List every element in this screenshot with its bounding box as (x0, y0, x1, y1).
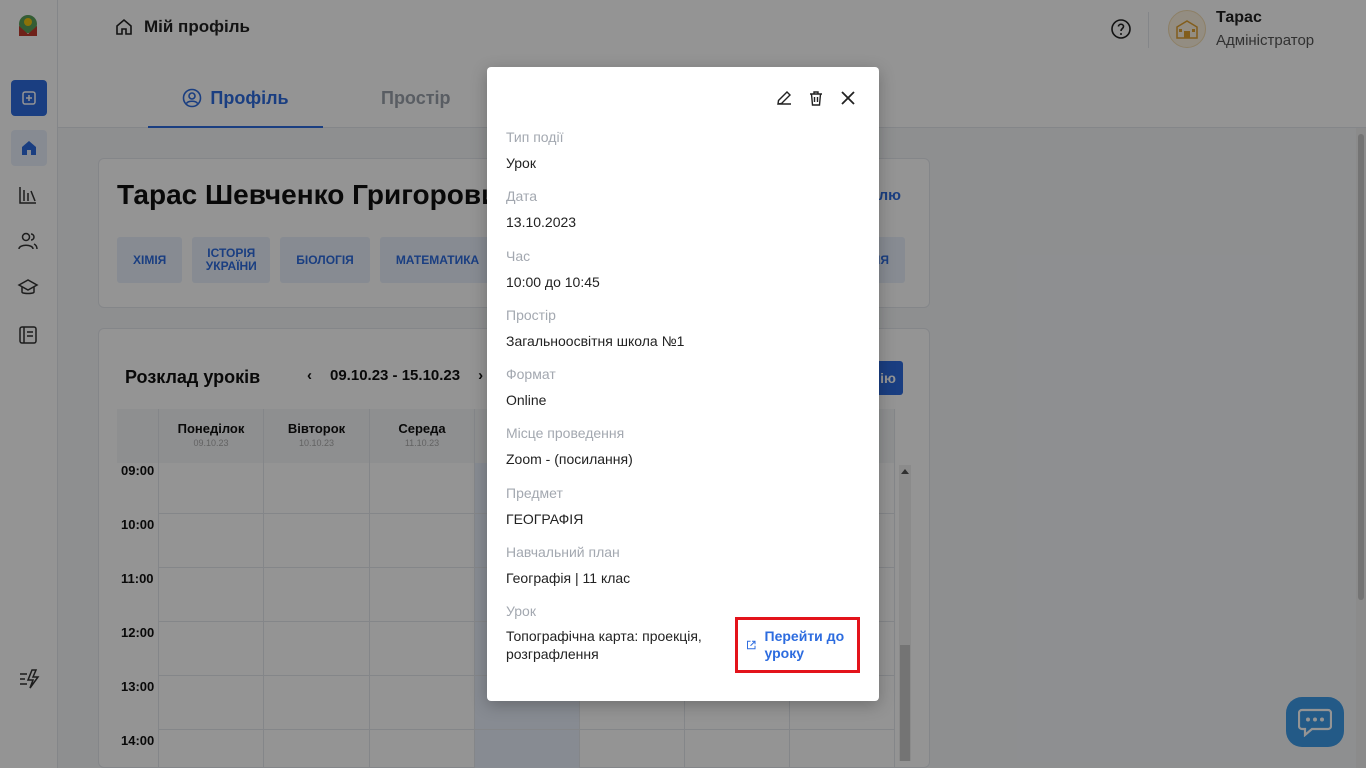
field-curriculum: Навчальний план Географія | 11 клас (506, 544, 630, 586)
field-subject: Предмет ГЕОГРАФІЯ (506, 485, 583, 527)
field-event-type: Тип події Урок (506, 129, 563, 171)
field-label: Дата (506, 188, 538, 204)
field-value: Online (506, 392, 547, 408)
trash-icon[interactable] (805, 87, 827, 109)
field-venue: Місце проведення Zoom - (посилання) (506, 425, 633, 467)
field-value: Загальноосвітня школа №1 (506, 333, 685, 349)
field-format: Формат Online (506, 366, 556, 408)
field-label: Тип події (506, 129, 564, 145)
field-label: Місце проведення (506, 425, 625, 441)
field-label: Простір (506, 307, 556, 323)
modal-actions (773, 87, 859, 109)
field-value: Урок (506, 155, 536, 171)
field-value[interactable]: Zoom - (посилання) (506, 451, 633, 467)
field-lesson: Урок (506, 603, 536, 619)
field-space: Простір Загальноосвітня школа №1 (506, 307, 684, 349)
field-value: 13.10.2023 (506, 214, 577, 230)
field-label: Навчальний план (506, 544, 620, 560)
go-to-lesson-link[interactable]: Перейти до уроку (735, 617, 860, 673)
field-value: 10:00 до 10:45 (506, 274, 600, 290)
field-label: Урок (506, 603, 536, 619)
field-label: Формат (506, 366, 556, 382)
external-link-icon (747, 640, 756, 650)
lesson-name: Топографічна карта: проекція, розграфлен… (506, 628, 702, 662)
field-value: Географія | 11 клас (506, 570, 631, 586)
field-date: Дата 13.10.2023 (506, 188, 576, 230)
field-label: Предмет (506, 485, 563, 501)
field-label: Час (506, 248, 531, 264)
go-to-lesson-label: Перейти до уроку (764, 628, 845, 661)
field-value: ГЕОГРАФІЯ (506, 511, 584, 527)
edit-icon[interactable] (773, 87, 795, 109)
event-details-modal: Тип події Урок Дата 13.10.2023 Час 10:00… (487, 67, 879, 701)
field-time: Час 10:00 до 10:45 (506, 248, 600, 290)
close-icon[interactable] (837, 87, 859, 109)
